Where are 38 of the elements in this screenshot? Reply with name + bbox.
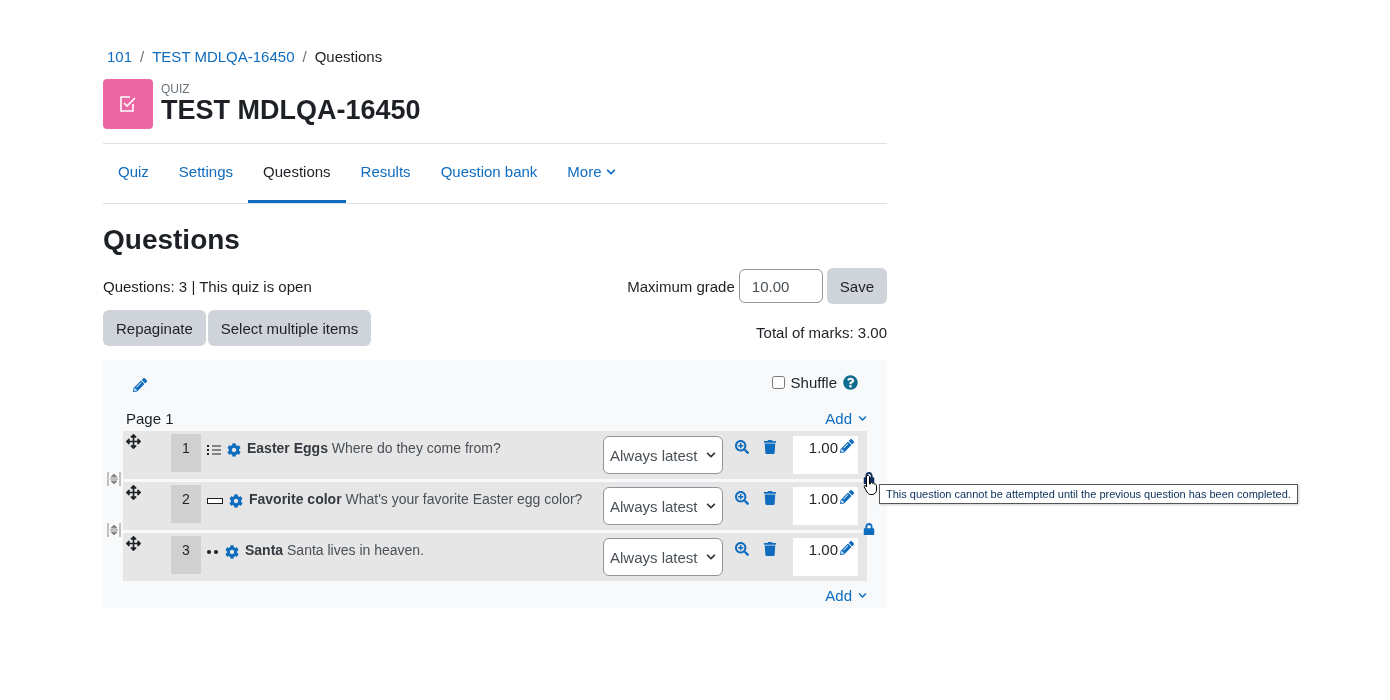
breadcrumb-link[interactable]: TEST MDLQA-16450 [152,48,295,65]
page-title: TEST MDLQA-16450 [161,96,421,126]
tooltip: This question cannot be attempted until the previous question has been completed. [879,484,1298,504]
save-button[interactable]: Save [826,268,887,304]
nav-tab[interactable]: Question bank [425,144,553,203]
current-page-label: Questions [314,48,383,65]
add-link[interactable]: Add [825,410,867,427]
question-text[interactable]: Favorite color What's your favorite Easter egg color? [249,485,603,507]
question-number: 1 [171,434,201,472]
total-marks: Total of marks: 3.00 [756,322,887,341]
question-text[interactable]: Santa Santa lives in heaven. [245,536,603,558]
action-button[interactable]: Select multiple items [207,310,372,346]
nav-tab[interactable]: Settings [163,144,249,203]
nav-tab[interactable]: More [552,144,631,203]
action-button[interactable]: Repaginate [103,310,206,346]
nav-tab[interactable]: Quiz [103,144,164,203]
nav-tab[interactable]: Questions [248,144,346,203]
version-select[interactable]: Always latest [603,538,723,576]
question-mark: 1.00 [808,439,838,458]
question-number: 3 [171,536,201,574]
breadcrumb-link[interactable]: 101 [107,48,133,65]
question-mark: 1.00 [808,490,838,509]
breadcrumb-separator: / [302,48,307,65]
question-text[interactable]: Easter Eggs Where do they come from? [247,434,603,456]
nav-tab[interactable]: Results [345,144,426,203]
section-heading: Questions [103,224,241,256]
page-label: Page 1 [126,410,174,427]
question-mark: 1.00 [808,541,838,560]
shuffle-label: Shuffle [790,373,837,391]
quiz-summary: Questions: 3 | This quiz is open [103,277,312,295]
version-select[interactable]: Always latest [603,436,723,474]
breadcrumb-separator: / [140,48,145,65]
activity-type-label: QUIZ [161,82,191,97]
maximum-grade-label: Maximum grade [627,277,735,295]
question-number: 2 [171,485,201,523]
add-link[interactable]: Add [825,587,867,604]
maximum-grade-field[interactable]: 10.00 [738,269,823,303]
version-select[interactable]: Always latest [603,487,723,525]
